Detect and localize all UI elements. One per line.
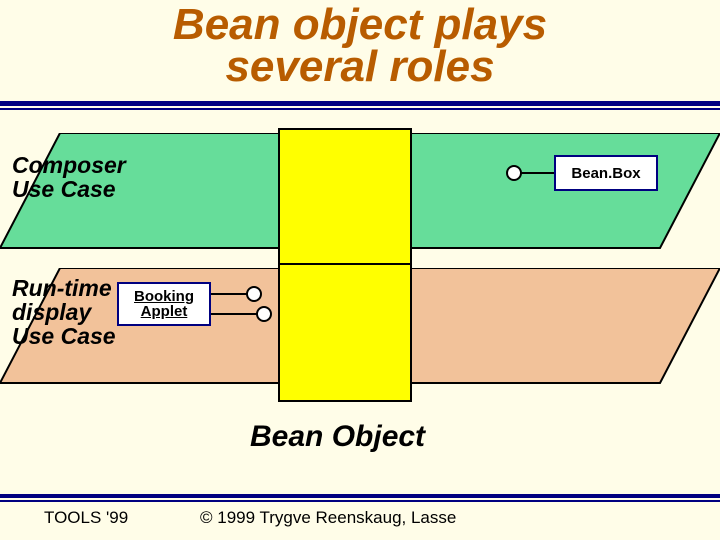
footer-rule-main xyxy=(0,494,720,498)
beanbox-label: Bean.Box xyxy=(571,166,640,181)
title-line-2: several roles xyxy=(225,42,494,91)
footer-center: © 1999 Trygve Reenskaug, Lasse xyxy=(200,508,456,528)
plane1-label-l1: Composer xyxy=(12,152,126,178)
lollipop-booking-1-icon xyxy=(207,284,282,304)
footer-rule-sub xyxy=(0,500,720,502)
bean-object-top-segment xyxy=(278,128,412,267)
plane-composer-label: Composer Use Case xyxy=(12,153,126,201)
title-rule-sub xyxy=(0,108,720,110)
booking-line2: Applet xyxy=(141,304,188,319)
lollipop-booking-2-icon xyxy=(207,304,282,324)
title-rule-main xyxy=(0,101,720,106)
beanbox-box: Bean.Box xyxy=(554,155,658,191)
bean-object-bottom-segment xyxy=(278,263,412,402)
plane-runtime-label: Run-time display Use Case xyxy=(12,276,116,348)
plane1-label-l2: Use Case xyxy=(12,176,116,202)
lollipop-beanbox-icon xyxy=(500,163,560,183)
booking-line1: Booking xyxy=(134,289,194,304)
plane2-label-l2: display xyxy=(12,299,91,325)
footer-left: TOOLS '99 xyxy=(44,508,128,528)
bean-object-label: Bean Object xyxy=(250,420,425,454)
slide-title: Bean object plays several roles xyxy=(0,0,720,88)
plane2-label-l1: Run-time xyxy=(12,275,112,301)
booking-applet-box: Booking Applet xyxy=(117,282,211,326)
plane2-label-l3: Use Case xyxy=(12,323,116,349)
slide: Bean object plays several roles Composer… xyxy=(0,0,720,540)
